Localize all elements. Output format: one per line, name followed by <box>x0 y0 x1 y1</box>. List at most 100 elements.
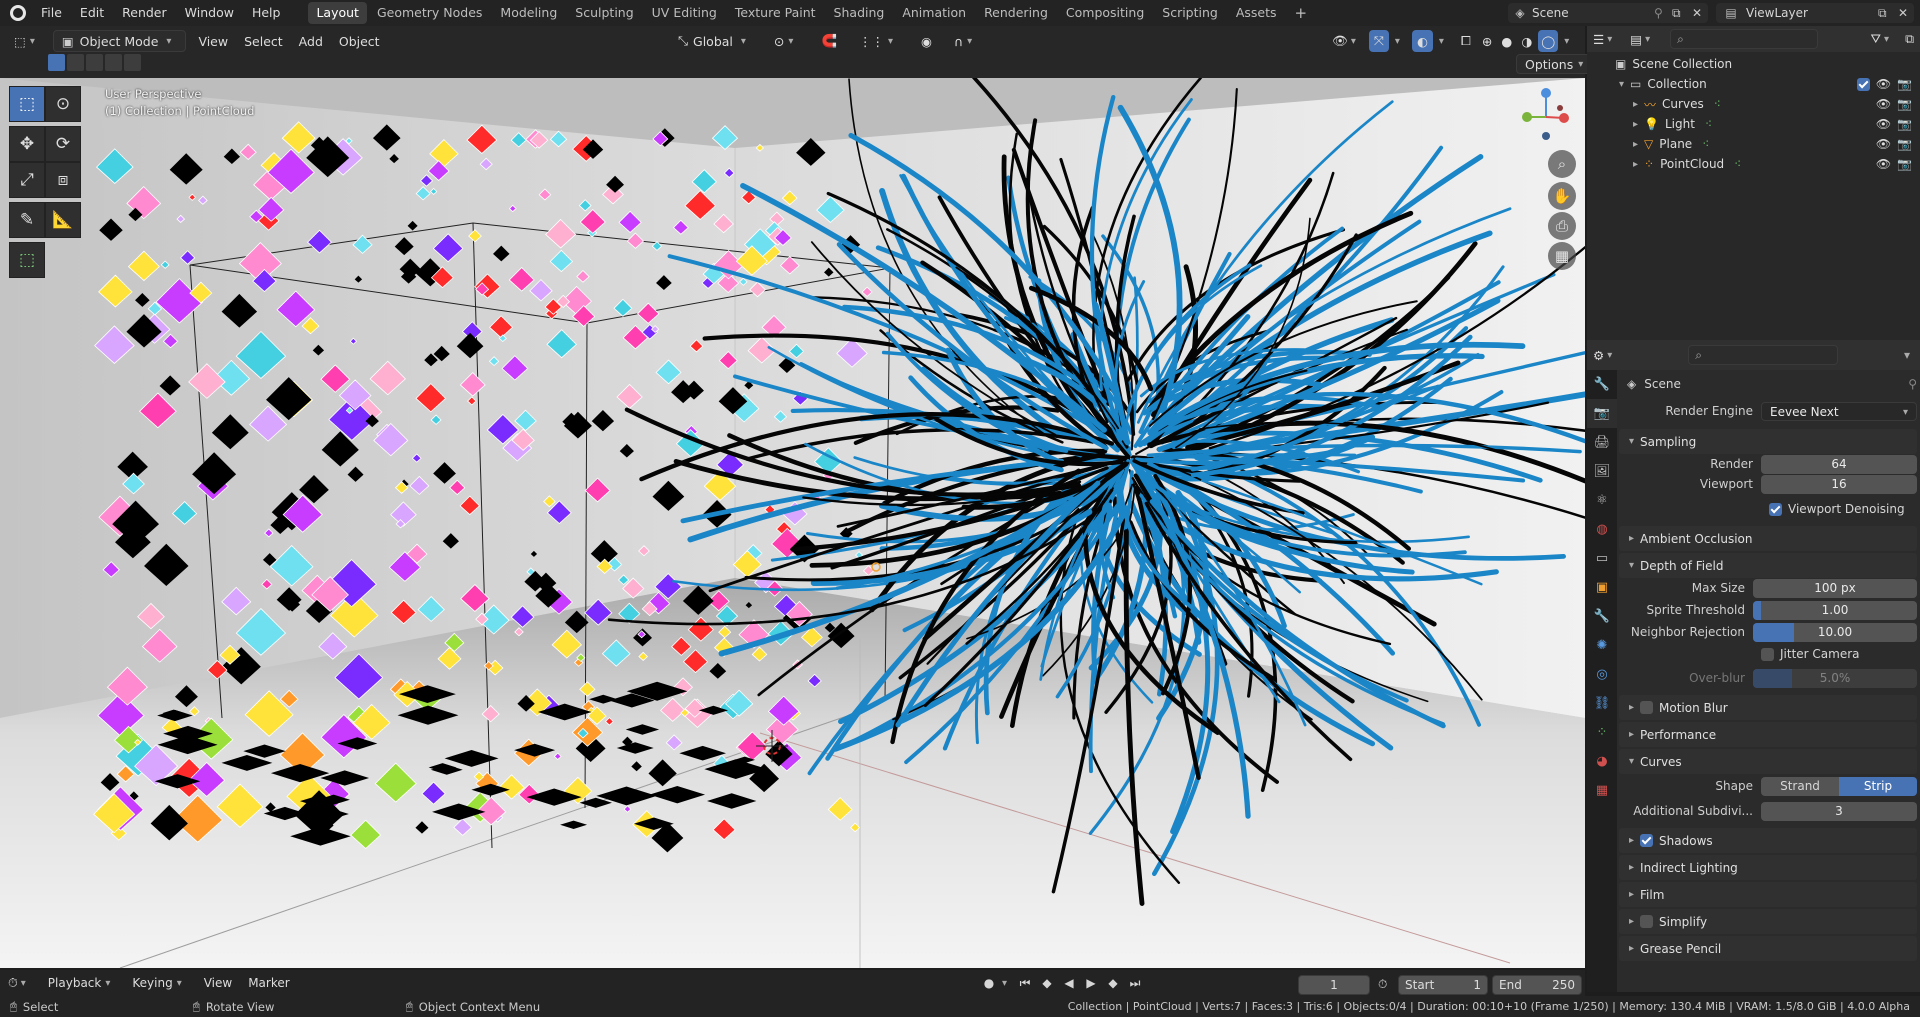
record-icon[interactable]: ● <box>978 976 1000 990</box>
pivot-point-button[interactable]: ⊙ ▾ <box>766 30 808 52</box>
visibility-eye-icon[interactable]: 👁 <box>1876 137 1891 151</box>
material-tab-icon[interactable]: ◕ <box>1587 747 1617 776</box>
motion-blur-checkbox[interactable] <box>1640 701 1654 714</box>
new-collection-icon[interactable]: ⧉ <box>1899 28 1920 50</box>
rotate-tool-icon[interactable]: ⟳ <box>45 126 81 162</box>
scale-tool-icon[interactable]: ⤢ <box>9 162 45 198</box>
menu-window[interactable]: Window <box>176 0 243 26</box>
world-tab-icon[interactable]: ◍ <box>1587 515 1617 544</box>
proportional-edit-toggle[interactable]: ◉ <box>913 30 940 52</box>
workspace-tab-texture-paint[interactable]: Texture Paint <box>727 2 824 24</box>
play-icon[interactable]: ▶ <box>1081 976 1101 990</box>
outliner-search-input[interactable]: ⌕ <box>1670 29 1819 49</box>
scene-name[interactable]: Scene <box>1532 6 1654 20</box>
jitter-camera-row[interactable]: Jitter Camera <box>1619 644 1917 664</box>
physics-tab-icon[interactable]: ◎ <box>1587 660 1617 689</box>
neighbor-rejection-slider[interactable]: 10.00 <box>1753 622 1917 642</box>
properties-options-icon[interactable]: ▾ <box>1904 348 1910 362</box>
pan-hand-icon[interactable]: ✋ <box>1548 182 1576 210</box>
data-tab-icon[interactable]: ⁘ <box>1587 718 1617 747</box>
render-samples-field[interactable]: 64 <box>1761 454 1917 474</box>
viewport-menu-select[interactable]: Select <box>236 30 291 52</box>
render-camera-icon[interactable]: 📷 <box>1897 77 1912 91</box>
overlay-dropdown[interactable]: ▾ <box>1436 30 1453 52</box>
texture-tab-icon[interactable]: ▦ <box>1587 776 1617 805</box>
viewport-denoise-checkbox[interactable] <box>1769 502 1782 516</box>
workspace-tab-scripting[interactable]: Scripting <box>1154 2 1226 24</box>
proportional-falloff-button[interactable]: ∩ ▾ <box>946 30 986 52</box>
expand-icon[interactable]: ▸ <box>1633 119 1638 130</box>
performance-panel-header[interactable]: ▸ Performance <box>1619 722 1917 747</box>
zoom-icon[interactable]: ⌕ <box>1548 150 1576 178</box>
workspace-tab-modeling[interactable]: Modeling <box>492 2 565 24</box>
view-layer-tab-icon[interactable]: 🖼 <box>1587 457 1617 486</box>
editor-type-button[interactable]: ⬚ ▾ <box>6 30 49 52</box>
start-frame-field[interactable]: Start 1 <box>1398 975 1488 995</box>
end-frame-field[interactable]: End 250 <box>1492 975 1582 995</box>
film-panel-header[interactable]: ▸ Film <box>1619 882 1917 907</box>
snap-toggle[interactable]: 🧲 <box>813 30 845 52</box>
dof-panel-header[interactable]: ▾ Depth of Field <box>1619 553 1917 578</box>
shadows-panel-header[interactable]: ▸ Shadows <box>1619 828 1917 853</box>
outliner-item-plane[interactable]: ▸ ▽ Plane ⁖ 👁 📷 <box>1587 134 1920 154</box>
outliner-collection[interactable]: ▾ ▭ Collection 👁 📷 <box>1587 74 1920 94</box>
ao-panel-header[interactable]: ▸ Ambient Occlusion <box>1619 526 1917 551</box>
new-scene-icon[interactable]: ⧉ <box>1672 6 1692 21</box>
modifier-tab-icon[interactable]: 🔧 <box>1587 602 1617 631</box>
visibility-eye-icon[interactable]: 👁 <box>1876 97 1891 111</box>
properties-editor-type-button[interactable]: ⚙ ▾ <box>1587 344 1624 366</box>
wireframe-shading-icon[interactable]: ⊕ <box>1479 30 1495 52</box>
3d-viewport[interactable]: User Perspective (1) Collection | PointC… <box>0 78 1585 968</box>
cursor-tool-icon[interactable]: ⊙ <box>45 86 81 122</box>
particles-tab-icon[interactable]: ✺ <box>1587 631 1617 660</box>
workspace-tab-sculpting[interactable]: Sculpting <box>567 2 641 24</box>
jump-start-icon[interactable]: ⏮ <box>1015 976 1035 991</box>
material-shading-icon[interactable]: ◑ <box>1518 30 1535 52</box>
render-camera-icon[interactable]: 📷 <box>1897 97 1912 111</box>
delete-viewlayer-icon[interactable]: ✕ <box>1898 6 1914 20</box>
overlay-toggle[interactable]: ◐ <box>1411 30 1433 52</box>
move-tool-icon[interactable]: ✥ <box>9 126 45 162</box>
select-extend-icon[interactable] <box>67 54 84 71</box>
menu-render[interactable]: Render <box>113 0 176 26</box>
camera-view-icon[interactable]: ⎙ <box>1548 212 1576 240</box>
scene-selector[interactable]: ◈ Scene ⚲ ⧉ ✕ <box>1508 3 1708 23</box>
navigation-gizmo[interactable] <box>1512 84 1576 148</box>
overblur-slider[interactable]: 5.0% <box>1753 668 1917 688</box>
render-camera-icon[interactable]: 📷 <box>1897 137 1912 151</box>
outliner-item-light[interactable]: ▸ 💡 Light ⁖ 👁 📷 <box>1587 114 1920 134</box>
properties-search-input[interactable]: ⌕ <box>1688 345 1839 365</box>
visibility-eye-icon[interactable]: 👁 <box>1876 77 1891 91</box>
select-tool-icon[interactable]: ⬚ <box>9 86 45 122</box>
viewport-menu-add[interactable]: Add <box>291 30 331 52</box>
snap-target-button[interactable]: ⋮⋮ ▾ <box>851 30 907 52</box>
subdivision-field[interactable]: 3 <box>1761 801 1917 821</box>
xray-toggle[interactable]: ⧠ <box>1456 30 1476 52</box>
render-tab-icon[interactable]: 📷 <box>1587 399 1617 428</box>
constraints-tab-icon[interactable]: ⛓ <box>1587 689 1617 718</box>
workspace-tab-assets[interactable]: Assets <box>1228 2 1285 24</box>
shading-dropdown[interactable]: ▾ <box>1561 30 1578 52</box>
outliner-item-pointcloud[interactable]: ▸ ⁘ PointCloud ⁖ 👁 📷 <box>1587 154 1920 174</box>
delete-scene-icon[interactable]: ✕ <box>1692 6 1708 20</box>
blender-logo-icon[interactable] <box>10 5 26 21</box>
jump-end-icon[interactable]: ⏭ <box>1125 976 1145 991</box>
grease-pencil-panel-header[interactable]: ▸ Grease Pencil <box>1619 936 1917 961</box>
shadows-checkbox[interactable] <box>1640 834 1654 847</box>
expand-icon[interactable]: ▾ <box>1619 79 1624 90</box>
shape-strip-button[interactable]: Strip <box>1839 776 1917 796</box>
annotate-tool-icon[interactable]: ✎ <box>9 202 45 238</box>
visibility-eye-icon[interactable]: 👁 <box>1876 157 1891 171</box>
collection-tab-icon[interactable]: ▭ <box>1587 544 1617 573</box>
jump-keyframe-forward-icon[interactable]: ◆ <box>1103 976 1123 990</box>
current-frame-field[interactable]: 1 <box>1298 975 1370 995</box>
expand-icon[interactable]: ▸ <box>1633 139 1638 150</box>
add-cube-tool-icon[interactable]: ⬚ <box>9 242 45 278</box>
gizmo-dropdown[interactable]: ▾ <box>1392 30 1409 52</box>
viewlayer-selector[interactable]: ▤ ViewLayer ⧉ ✕ <box>1716 3 1914 23</box>
viewport-scene[interactable] <box>0 78 1585 968</box>
outliner-editor-type-button[interactable]: ☰ ▾ <box>1587 28 1624 50</box>
outliner-scene-collection[interactable]: ▣ Scene Collection <box>1587 54 1920 74</box>
record-dropdown-icon[interactable]: ▾ <box>1002 978 1007 989</box>
collection-exclude-checkbox[interactable] <box>1856 77 1870 91</box>
